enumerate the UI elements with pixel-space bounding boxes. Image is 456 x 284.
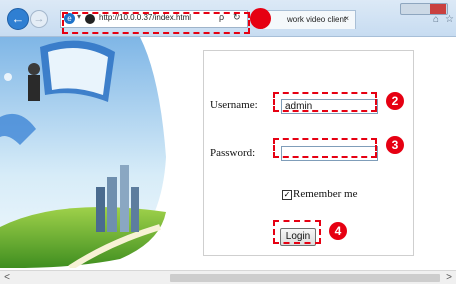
forward-arrow-icon[interactable]: → [30,10,48,28]
annotation-marker-4: 4 [329,222,347,240]
maximize-button[interactable] [416,4,428,14]
annotation-login-box [273,220,321,244]
login-banner-image [0,37,166,268]
window-controls [400,3,448,15]
star-icon[interactable]: ☆ [445,14,454,25]
close-window-button[interactable] [430,4,446,14]
username-label: Username: [210,99,258,111]
annotation-password-box [273,138,377,158]
password-label: Password: [210,147,256,159]
annotation-marker-2: 2 [386,92,404,110]
annotation-marker-1 [250,8,271,29]
close-icon[interactable]: × [344,14,349,23]
scroll-left-icon[interactable]: < [0,271,14,284]
remember-me-checkbox[interactable]: ✓ [282,190,292,200]
minimize-button[interactable] [402,4,414,14]
scroll-right-icon[interactable]: > [442,271,456,284]
back-arrow-icon[interactable]: ← [7,8,29,30]
remember-me-label: Remember me [293,188,358,200]
annotation-address-box [62,12,250,34]
tab-title: work video client [287,15,347,24]
scrollbar-thumb[interactable] [170,274,440,282]
page-content: Username: admin Password: ✓ Remember me … [0,37,456,270]
tab-network-video-client[interactable]: work video client × [262,10,356,29]
home-icon[interactable]: ⌂ [433,14,439,25]
browser-window: ← → e ▾ http://10.0.0.37/index.html ρ ↻ … [0,0,456,284]
horizontal-scrollbar[interactable]: < > [0,270,456,284]
annotation-username-box [273,92,377,112]
annotation-marker-3: 3 [386,136,404,154]
